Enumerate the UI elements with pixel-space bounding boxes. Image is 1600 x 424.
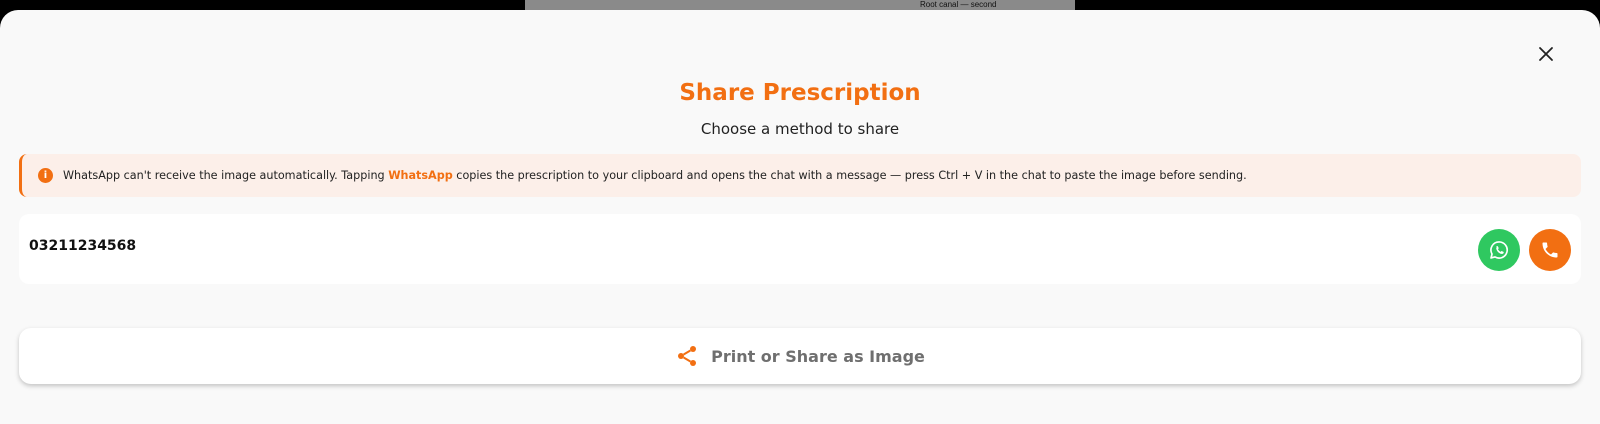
notice-text: WhatsApp can't receive the image automat… — [63, 169, 1247, 182]
phone-icon — [1542, 242, 1558, 258]
close-icon — [1539, 47, 1553, 61]
whatsapp-notice: i WhatsApp can't receive the image autom… — [19, 154, 1581, 197]
print-share-label: Print or Share as Image — [711, 346, 925, 366]
notice-highlight: WhatsApp — [388, 169, 453, 182]
notice-text-after: copies the prescription to your clipboar… — [452, 169, 1247, 182]
background-caption: Root canal — second — [920, 0, 997, 9]
dialog-subtitle: Choose a method to share — [700, 120, 900, 138]
phone-number: 03211234568 — [29, 238, 137, 254]
close-button[interactable] — [1532, 40, 1560, 68]
info-icon: i — [38, 168, 53, 183]
print-share-button[interactable]: Print or Share as Image — [19, 328, 1581, 384]
whatsapp-icon — [1490, 241, 1508, 259]
share-dialog: Share Prescription Choose a method to sh… — [0, 10, 1600, 424]
notice-text-before: WhatsApp can't receive the image automat… — [63, 169, 389, 182]
whatsapp-button[interactable] — [1478, 229, 1520, 271]
share-icon — [678, 346, 697, 366]
call-button[interactable] — [1529, 229, 1571, 271]
contact-card: 03211234568 — [19, 214, 1581, 284]
dialog-title: Share Prescription — [679, 80, 921, 106]
